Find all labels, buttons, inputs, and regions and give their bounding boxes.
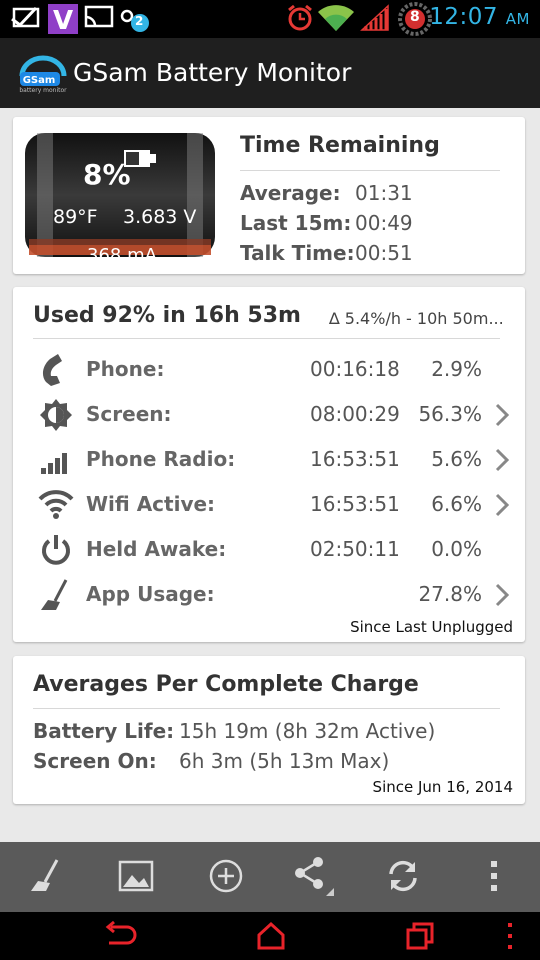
battery-current: 368 mA — [87, 245, 157, 266]
usage-row-phone-radio[interactable]: Phone Radio: 16:53:51 5.6% — [13, 436, 525, 480]
averages-card: Averages Per Complete Charge Battery Lif… — [13, 656, 525, 804]
bottom-toolbar — [0, 842, 540, 912]
chevron-right-icon[interactable] — [495, 493, 510, 521]
battery-voltage: 3.683 V — [123, 206, 197, 228]
divider — [240, 170, 500, 171]
brightness-icon — [38, 397, 74, 437]
add-button[interactable] — [206, 858, 246, 898]
usage-footnote: Since Last Unplugged — [350, 618, 513, 636]
clock: 12:07 AM — [429, 4, 530, 30]
usage-row-wifi-active[interactable]: Wifi Active: 16:53:51 6.6% — [13, 481, 525, 525]
battery-level-text: 8 — [410, 9, 420, 25]
averages-battery-life: Battery Life: 15h 19m (8h 32m Active) — [33, 719, 436, 743]
refresh-icon — [385, 858, 421, 898]
chevron-right-icon[interactable] — [495, 403, 510, 431]
chevron-right-icon[interactable] — [495, 583, 510, 611]
usage-row-phone[interactable]: Phone: 00:16:18 2.9% — [13, 346, 525, 390]
usage-row-held-awake[interactable]: Held Awake: 02:50:11 0.0% — [13, 526, 525, 570]
add-icon — [208, 858, 244, 898]
usage-title: Used 92% in 16h 53m — [33, 303, 301, 328]
wifi-icon — [318, 4, 354, 36]
battery-graphic: 8% 89°F 3.683 V 368 mA — [23, 131, 217, 266]
averages-screen-on: Screen On: 6h 3m (5h 13m Max) — [33, 749, 390, 773]
usage-card: Used 92% in 16h 53m ∆ 5.4%/h - 10h 50m..… — [13, 287, 525, 642]
signal-bars-icon — [38, 442, 74, 482]
refresh-button[interactable] — [383, 860, 423, 896]
image-button[interactable] — [116, 860, 156, 896]
wifi-icon — [38, 487, 74, 527]
broom-icon — [28, 858, 64, 898]
svg-text:V: V — [53, 6, 73, 34]
system-nav-bar — [0, 912, 540, 960]
power-icon — [38, 532, 74, 572]
app-title: GSam Battery Monitor — [73, 58, 352, 87]
image-icon — [118, 858, 154, 898]
signal-icon — [360, 4, 390, 36]
divider — [33, 338, 500, 339]
svg-text:battery monitor: battery monitor — [19, 87, 67, 94]
menu-icon[interactable] — [505, 921, 515, 955]
recent-apps-icon[interactable] — [405, 921, 435, 955]
battery-temperature: 89°F — [53, 206, 98, 228]
share-button[interactable] — [294, 857, 334, 896]
app-bar: GSam battery monitor GSam Battery Monito… — [0, 38, 540, 108]
cast-icon — [84, 5, 116, 35]
time-remaining-average: Average: 01:31 — [240, 181, 413, 205]
alarm-icon — [286, 4, 314, 36]
back-icon[interactable] — [105, 920, 137, 955]
chevron-right-icon[interactable] — [495, 448, 510, 476]
time-remaining-talk-time: Talk Time:00:51 — [240, 241, 413, 265]
averages-footnote: Since Jun 16, 2014 — [372, 778, 513, 796]
status-bar: V 2 8 12:07 AM — [0, 0, 540, 38]
screenshot-icon — [10, 5, 42, 35]
divider — [33, 708, 500, 709]
time-remaining-title: Time Remaining — [240, 133, 440, 158]
overflow-menu-icon — [489, 859, 499, 897]
usage-row-app-usage[interactable]: App Usage: 27.8% — [13, 571, 525, 615]
usage-rate: ∆ 5.4%/h - 10h 50m... — [329, 309, 504, 328]
home-icon[interactable] — [256, 921, 286, 955]
notification-count: 2 — [135, 14, 144, 28]
time-remaining-last15m: Last 15m: 00:49 — [240, 211, 413, 235]
battery-percent: 8% — [83, 158, 131, 191]
phone-icon — [38, 352, 74, 392]
gsam-logo[interactable]: GSam battery monitor — [18, 54, 68, 98]
averages-title: Averages Per Complete Charge — [33, 672, 419, 697]
viber-icon: V — [48, 4, 78, 38]
share-icon — [292, 856, 336, 900]
clean-button[interactable] — [26, 858, 66, 898]
svg-text:GSam: GSam — [23, 75, 56, 86]
broom-icon — [38, 577, 74, 617]
overflow-menu-button[interactable] — [474, 860, 514, 896]
time-remaining-card[interactable]: 8% 89°F 3.683 V 368 mA Time Remaining Av… — [13, 117, 525, 274]
usage-row-screen[interactable]: Screen: 08:00:29 56.3% — [13, 391, 525, 435]
